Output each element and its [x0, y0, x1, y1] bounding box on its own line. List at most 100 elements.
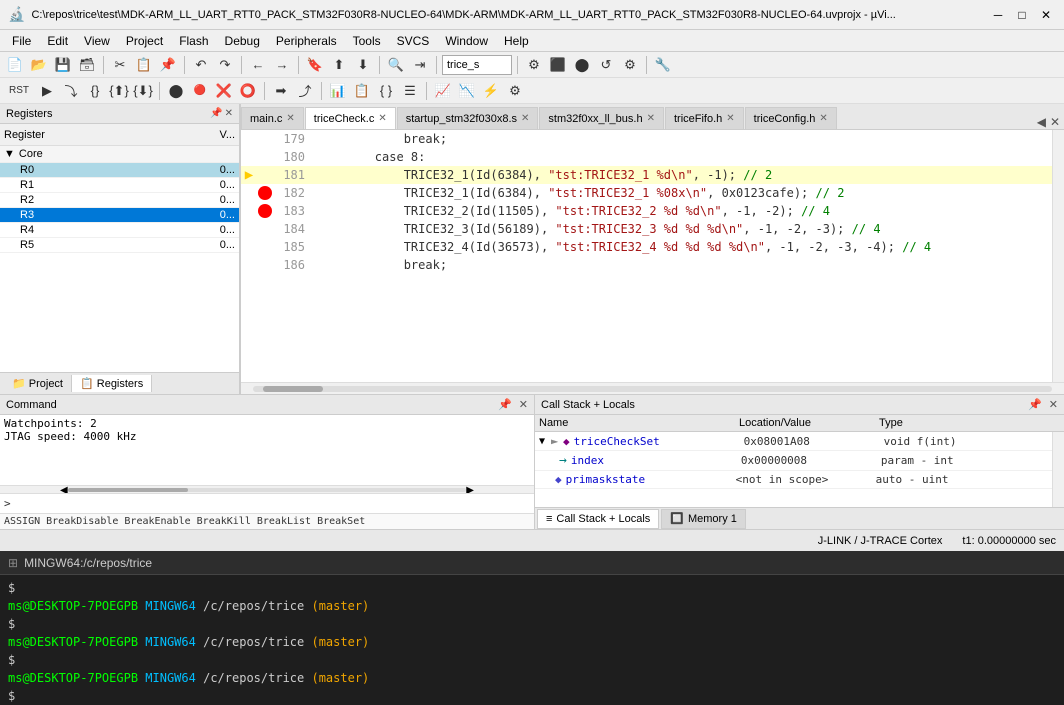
debug-stop-button[interactable]: ⬛: [547, 54, 569, 76]
breakpoints-button[interactable]: 🔴: [189, 80, 211, 102]
tab-triceconfig-close[interactable]: ✕: [819, 113, 827, 124]
undo-button[interactable]: ↶: [190, 54, 212, 76]
tab-memory-1[interactable]: 🔲 Memory 1: [661, 509, 746, 529]
prev-bookmark-button[interactable]: ⬆: [328, 54, 350, 76]
indent-button[interactable]: ⇥: [409, 54, 431, 76]
perf-analyzer-button[interactable]: 📉: [456, 80, 478, 102]
callstack-close-icon[interactable]: ✕: [1049, 399, 1058, 411]
open-file-button[interactable]: 📂: [28, 54, 50, 76]
register-row-r0[interactable]: R0 0...: [0, 163, 239, 178]
callstack-row-index[interactable]: → index 0x00000008 param - int: [535, 451, 1052, 471]
tab-tricecheck-close[interactable]: ✕: [378, 113, 386, 124]
paste-button[interactable]: 📌: [157, 54, 179, 76]
minimize-button[interactable]: ─: [988, 5, 1008, 25]
callstack-vscrollbar[interactable]: [1052, 432, 1064, 507]
settings-button[interactable]: ⚙: [504, 80, 526, 102]
tab-main-c[interactable]: main.c ✕: [241, 107, 304, 129]
tab-project[interactable]: 📁 Project: [4, 375, 72, 392]
config-button[interactable]: ⚙: [523, 54, 545, 76]
run-button[interactable]: ▶: [36, 80, 58, 102]
find-button[interactable]: 🔍: [385, 54, 407, 76]
nav-fwd-button[interactable]: →: [271, 54, 293, 76]
tab-startup-close[interactable]: ✕: [521, 113, 529, 124]
terminal-content[interactable]: $ ms@DESKTOP-7POEGPB MINGW64 /c/repos/tr…: [0, 575, 1064, 705]
step-over-button[interactable]: {}: [84, 80, 106, 102]
command-scrollbar[interactable]: ◀ ▶: [0, 485, 534, 493]
view-memory-button[interactable]: 📊: [327, 80, 349, 102]
callstack-row-primask[interactable]: ◆ primaskstate <not in scope> auto - uin…: [535, 471, 1052, 489]
tab-tricefifo-close[interactable]: ✕: [726, 113, 734, 124]
tab-call-stack-locals[interactable]: ≡ Call Stack + Locals: [537, 509, 659, 529]
cut-button[interactable]: ✂: [109, 54, 131, 76]
debug-reset-button[interactable]: ↺: [595, 54, 617, 76]
menu-help[interactable]: Help: [496, 32, 537, 50]
expand-trice-icon[interactable]: ▼: [539, 436, 551, 447]
menu-file[interactable]: File: [4, 32, 39, 50]
view-code-button[interactable]: { }: [375, 80, 397, 102]
search-box[interactable]: [442, 55, 512, 75]
core-group-header[interactable]: ▼ Core: [0, 146, 239, 163]
tab-stm32-close[interactable]: ✕: [647, 113, 655, 124]
menu-window[interactable]: Window: [437, 32, 496, 50]
next-bookmark-button[interactable]: ⬇: [352, 54, 374, 76]
tab-tricefifo-h[interactable]: triceFifo.h ✕: [665, 107, 744, 129]
step-into-button[interactable]: {⬇}: [132, 80, 154, 102]
menu-tools[interactable]: Tools: [345, 32, 389, 50]
nav-back-button[interactable]: ←: [247, 54, 269, 76]
debug-menu-button[interactable]: ⚙: [619, 54, 641, 76]
code-hscrollbar[interactable]: [241, 382, 1064, 394]
step-button[interactable]: ⤵: [60, 80, 82, 102]
tab-tricecheck-c[interactable]: triceCheck.c ✕: [305, 107, 396, 129]
register-row-r5[interactable]: R5 0...: [0, 238, 239, 253]
callstack-row-trice[interactable]: ▼ ► ◆ triceCheckSet 0x08001A08 void f(in…: [535, 432, 1052, 451]
registers-close-button[interactable]: ✕: [225, 108, 233, 119]
menu-view[interactable]: View: [76, 32, 118, 50]
view-disasm-button[interactable]: ☰: [399, 80, 421, 102]
save-all-button[interactable]: 🗃: [76, 54, 98, 76]
view-regs-button[interactable]: 📋: [351, 80, 373, 102]
code-vscrollbar[interactable]: [1052, 130, 1064, 382]
disable-bp-button[interactable]: ⭕: [237, 80, 259, 102]
command-close-icon[interactable]: ✕: [519, 399, 528, 411]
tab-startup-s[interactable]: startup_stm32f030x8.s ✕: [397, 107, 539, 129]
run-to-cursor-button[interactable]: ⤴: [294, 80, 316, 102]
maximize-button[interactable]: □: [1012, 5, 1032, 25]
copy-button[interactable]: 📋: [133, 54, 155, 76]
debug-run-button[interactable]: ⬤: [571, 54, 593, 76]
menu-svcs[interactable]: SVCS: [389, 32, 438, 50]
command-input[interactable]: [15, 497, 534, 510]
show-next-button[interactable]: ➡: [270, 80, 292, 102]
tab-stm32-h[interactable]: stm32f0xx_ll_bus.h ✕: [539, 107, 664, 129]
tab-triceconfig-h[interactable]: triceConfig.h ✕: [745, 107, 837, 129]
menu-edit[interactable]: Edit: [39, 32, 76, 50]
callstack-pin-icon[interactable]: 📌: [1028, 399, 1042, 411]
register-row-r4[interactable]: R4 0...: [0, 223, 239, 238]
trace-button[interactable]: ⚡: [480, 80, 502, 102]
register-row-r2[interactable]: R2 0...: [0, 193, 239, 208]
register-row-r3[interactable]: R3 0...: [0, 208, 239, 223]
command-pin-icon[interactable]: 📌: [498, 399, 512, 411]
close-button[interactable]: ✕: [1036, 5, 1056, 25]
registers-pin-button[interactable]: 📌: [210, 108, 222, 119]
clear-bp-button[interactable]: ❌: [213, 80, 235, 102]
rst-button[interactable]: RST: [4, 80, 34, 102]
register-row-r1[interactable]: R1 0...: [0, 178, 239, 193]
breakpoint-183[interactable]: [258, 204, 272, 218]
logic-analyzer-button[interactable]: 📈: [432, 80, 454, 102]
tab-registers[interactable]: 📋 Registers: [72, 375, 152, 392]
bookmark-button[interactable]: 🔖: [304, 54, 326, 76]
tab-close-all-icon[interactable]: ✕: [1050, 115, 1060, 129]
menu-project[interactable]: Project: [118, 32, 171, 50]
tab-main-c-close[interactable]: ✕: [286, 113, 294, 124]
save-file-button[interactable]: 💾: [52, 54, 74, 76]
menu-peripherals[interactable]: Peripherals: [268, 32, 345, 50]
search-input[interactable]: [447, 59, 507, 71]
tab-scroll-left-icon[interactable]: ◀: [1037, 115, 1046, 129]
redo-button[interactable]: ↷: [214, 54, 236, 76]
new-file-button[interactable]: 📄: [4, 54, 26, 76]
menu-debug[interactable]: Debug: [217, 32, 268, 50]
debug-tools-button[interactable]: 🔧: [652, 54, 674, 76]
menu-flash[interactable]: Flash: [171, 32, 216, 50]
insert-bp-button[interactable]: ⬤: [165, 80, 187, 102]
step-out-button[interactable]: {⬆}: [108, 80, 130, 102]
